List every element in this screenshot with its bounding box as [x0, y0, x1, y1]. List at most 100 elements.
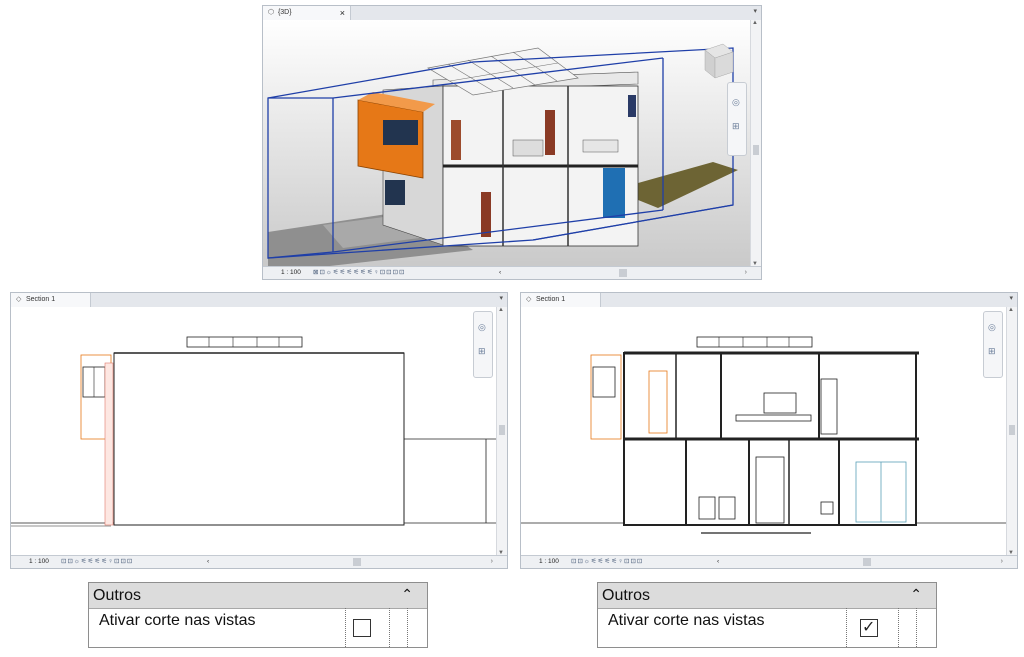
navigation-bar[interactable]: ◎ ⊞ — [473, 311, 493, 378]
group-title: Outros — [93, 587, 142, 604]
sink — [820, 501, 834, 515]
view-menu-caret-icon[interactable]: ▾ — [1009, 294, 1013, 302]
column-separator — [389, 608, 390, 647]
navigation-bar[interactable]: ◎ ⊞ — [983, 311, 1003, 378]
horizontal-scroll-thumb[interactable] — [619, 269, 627, 277]
scroll-left-icon[interactable]: ‹ — [499, 267, 501, 279]
section-canvas[interactable] — [11, 307, 497, 556]
brick-column — [104, 362, 114, 526]
close-icon[interactable]: × — [340, 6, 345, 20]
view-menu-caret-icon[interactable]: ▾ — [753, 7, 757, 15]
scroll-thumb[interactable] — [1009, 425, 1015, 435]
zoom-icon[interactable]: ⊞ — [478, 346, 486, 357]
scroll-right-icon[interactable]: › — [491, 556, 493, 568]
roof-panels — [186, 336, 303, 348]
scroll-left-icon[interactable]: ‹ — [207, 556, 209, 568]
tab-section-1[interactable]: ◇ Section 1 — [11, 293, 91, 307]
section-view-icon: ◇ — [526, 296, 532, 303]
column-separator — [345, 608, 346, 647]
column-separator — [916, 608, 917, 647]
view-control-bar: 1 : 100 ⊡⊡☼⚟⚟⚟⚟♀⊡⊡⊡ ‹ › — [521, 555, 1017, 568]
scroll-up-icon[interactable]: ▲ — [1008, 307, 1014, 313]
scale-readout[interactable]: 1 : 100 — [281, 267, 301, 279]
steering-wheel-icon[interactable]: ◎ — [478, 322, 486, 333]
kitchen-block — [512, 139, 544, 157]
view-control-bar: 1 : 100 ⊡⊡☼⚟⚟⚟⚟♀⊡⊡⊡ ‹ › — [11, 555, 507, 568]
interior-door-1 — [451, 120, 461, 160]
view-control-icons[interactable]: ⊡⊡☼⚟⚟⚟⚟♀⊡⊡⊡ — [61, 556, 133, 568]
3d-model-drawing — [263, 20, 751, 267]
cut-in-views-checkbox[interactable]: ✓ — [860, 619, 878, 637]
scroll-up-icon[interactable]: ▲ — [752, 20, 758, 26]
group-header-outros[interactable]: Outros ⌃ — [598, 583, 936, 609]
section-view-right: ◇ Section 1 ▾ ◎ ⊞ ▲ ▼ 1: 100 ⊡⊡☼⚟⚟⚟⚟♀⊡⊡… — [520, 292, 1018, 569]
collapse-icon[interactable]: ⌃ — [401, 586, 413, 603]
view-3d-window: ⬡ {3D} × ▾ ◎ ⊞ ▲ ▼ 1: 100 ⊠⊡☼⚟⚟⚟⚟⚟⚟♀⊡⊡⊡… — [262, 5, 762, 280]
cut-in-views-checkbox[interactable] — [353, 619, 371, 637]
view-tab-bar: ◇ Section 1 ▾ — [521, 293, 1017, 308]
view-control-bar: 1 : 100 ⊠⊡☼⚟⚟⚟⚟⚟⚟♀⊡⊡⊡⊡ ‹ › — [263, 266, 761, 279]
appliance — [698, 496, 716, 520]
navigation-bar[interactable]: ◎ ⊞ — [727, 82, 747, 156]
column-separator — [846, 608, 847, 647]
appliance-2 — [718, 496, 736, 520]
tv — [763, 392, 797, 414]
horizontal-scroll-thumb[interactable] — [353, 558, 361, 566]
zoom-icon[interactable]: ⊞ — [732, 121, 740, 132]
scroll-right-icon[interactable]: › — [1001, 556, 1003, 568]
section-view-left: ◇ Section 1 ▾ ◎ ⊞ ▲ ▼ 1: 100 ⊡⊡☼⚟⚟⚟⚟♀⊡⊡… — [10, 292, 508, 569]
desk — [735, 414, 812, 422]
main-elevation-wall — [113, 352, 405, 526]
shelf — [820, 378, 838, 435]
sofa — [582, 139, 619, 153]
orange-window — [383, 120, 418, 145]
steering-wheel-icon[interactable]: ◎ — [732, 97, 740, 108]
blue-panel — [603, 168, 625, 218]
checkmark-icon: ✓ — [862, 619, 876, 636]
zoom-icon[interactable]: ⊞ — [988, 346, 996, 357]
property-label: Ativar corte nas vistas — [99, 612, 256, 629]
roof-panels — [696, 336, 813, 348]
column-separator — [898, 608, 899, 647]
vertical-scrollbar[interactable]: ▲ ▼ — [750, 20, 761, 267]
group-title: Outros — [602, 587, 651, 604]
horizontal-scroll-thumb[interactable] — [863, 558, 871, 566]
viewcube-icon — [704, 43, 734, 79]
3d-view-icon: ⬡ — [268, 9, 275, 16]
scroll-right-icon[interactable]: › — [745, 267, 747, 279]
property-row-cut: Ativar corte nas vistas — [89, 608, 427, 647]
scale-readout[interactable]: 1 : 100 — [539, 556, 559, 568]
tab-section-1[interactable]: ◇ Section 1 — [521, 293, 601, 307]
scroll-thumb[interactable] — [753, 145, 759, 155]
left-window — [385, 180, 405, 205]
scroll-thumb[interactable] — [499, 425, 505, 435]
steering-wheel-icon[interactable]: ◎ — [988, 322, 996, 333]
view-control-icons[interactable]: ⊠⊡☼⚟⚟⚟⚟⚟⚟♀⊡⊡⊡⊡ — [313, 267, 405, 279]
group-header-outros[interactable]: Outros ⌃ — [89, 583, 427, 609]
interior-door-2 — [545, 110, 555, 155]
property-row-cut: Ativar corte nas vistas ✓ — [598, 608, 936, 647]
section-drawing-uncut — [11, 307, 497, 556]
scale-readout[interactable]: 1 : 100 — [29, 556, 49, 568]
collapse-icon[interactable]: ⌃ — [910, 586, 922, 603]
window — [592, 366, 616, 398]
tab-section-label: Section 1 — [535, 296, 566, 303]
scroll-left-icon[interactable]: ‹ — [717, 556, 719, 568]
vertical-scrollbar[interactable]: ▲ ▼ — [1006, 307, 1017, 556]
property-label: Ativar corte nas vistas — [608, 612, 765, 629]
tab-3d[interactable]: ⬡ {3D} × — [263, 6, 351, 20]
fridge — [755, 456, 785, 524]
section-canvas[interactable] — [521, 307, 1007, 556]
view-tab-bar: ◇ Section 1 ▾ — [11, 293, 507, 308]
interior-door-3 — [481, 192, 491, 237]
tab-section-label: Section 1 — [25, 296, 56, 303]
view-tab-bar: ⬡ {3D} × ▾ — [263, 6, 761, 21]
view-control-icons[interactable]: ⊡⊡☼⚟⚟⚟⚟♀⊡⊡⊡ — [571, 556, 643, 568]
section-drawing-cut — [521, 307, 1007, 556]
tab-3d-label: {3D} — [277, 9, 292, 16]
vertical-scrollbar[interactable]: ▲ ▼ — [496, 307, 507, 556]
properties-panel-left: Outros ⌃ Ativar corte nas vistas — [88, 582, 428, 648]
view-menu-caret-icon[interactable]: ▾ — [499, 294, 503, 302]
scroll-up-icon[interactable]: ▲ — [498, 307, 504, 313]
3d-canvas[interactable] — [263, 20, 751, 267]
